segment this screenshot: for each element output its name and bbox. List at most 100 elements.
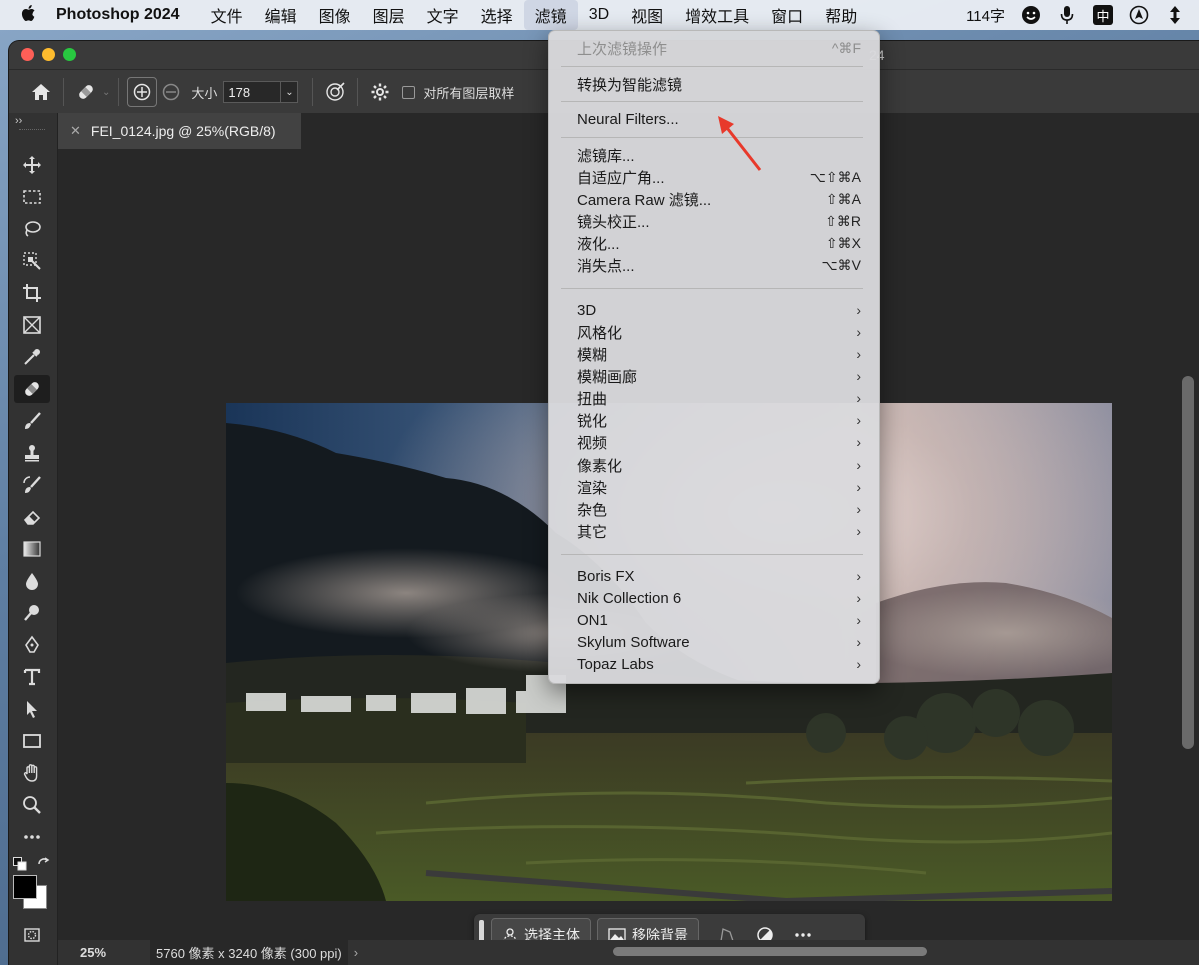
brush-size-input[interactable] [223,81,282,103]
history-brush-tool-icon[interactable] [14,471,50,499]
eyedropper-tool-icon[interactable] [14,343,50,371]
swap-colors-icon[interactable] [37,857,51,871]
annotation-arrow-icon [718,116,762,171]
chevron-right-icon: › [856,390,861,406]
lasso-tool-icon[interactable] [14,215,50,243]
menu-layer[interactable]: 图层 [362,0,416,30]
chevron-right-icon: › [856,501,861,517]
content-aware-mode-icon[interactable] [127,77,158,107]
submenu-video[interactable]: 视频 › [577,431,861,453]
submenu-stylize[interactable]: 风格化 › [577,321,861,343]
apple-menu-icon[interactable] [0,4,56,27]
chevron-right-icon[interactable]: › [354,945,358,960]
menu-help[interactable]: 帮助 [814,0,868,30]
menu-item-camera-raw[interactable]: Camera Raw 滤镜... ⇧⌘A [577,188,861,210]
move-tool-icon[interactable] [14,151,50,179]
menu-3d[interactable]: 3D [578,3,620,27]
quick-mask-icon[interactable] [14,921,50,949]
more-tools-icon[interactable] [14,823,50,851]
submenu-topaz-labs[interactable]: Topaz Labs › [577,653,861,675]
frame-tool-icon[interactable] [14,311,50,339]
blur-tool-icon[interactable] [14,567,50,595]
marquee-tool-icon[interactable] [14,183,50,211]
home-button[interactable] [27,78,55,106]
menu-plugins[interactable]: 增效工具 [674,0,760,30]
rectangle-tool-icon[interactable] [14,727,50,755]
settings-gear-icon[interactable] [366,78,394,106]
submenu-sharpen[interactable]: 锐化 › [577,409,861,431]
sample-all-layers-checkbox[interactable] [402,85,416,99]
healing-brush-tool-icon[interactable] [14,375,50,403]
object-selection-tool-icon[interactable] [14,247,50,275]
dodge-tool-icon[interactable] [14,599,50,627]
panel-grip[interactable] [19,129,45,132]
submenu-blur[interactable]: 模糊 › [577,343,861,365]
submenu-render[interactable]: 渲染 › [577,476,861,498]
gradient-tool-icon[interactable] [14,535,50,563]
menu-separator [561,288,863,289]
minimize-window-button[interactable] [42,48,55,61]
separator [63,78,64,106]
type-tool-icon[interactable] [14,663,50,691]
menu-item-label: 渲染 [577,479,608,497]
crop-tool-icon[interactable] [14,279,50,307]
healing-brush-preset-icon[interactable] [72,78,100,106]
submenu-3d[interactable]: 3D › [577,299,861,321]
close-tab-icon[interactable]: ✕ [70,123,81,139]
menu-item-vanishing-point[interactable]: 消失点... ⌥⌘V [577,254,861,276]
menu-item-label: 视频 [577,434,608,452]
chevron-down-icon[interactable]: ⌄ [102,87,110,98]
navigation-icon[interactable] [1129,5,1149,25]
menu-window[interactable]: 窗口 [760,0,814,30]
path-selection-tool-icon[interactable] [14,695,50,723]
document-tab[interactable]: ✕ FEI_0124.jpg @ 25%(RGB/8) [58,113,301,149]
menu-item-liquify[interactable]: 液化... ⇧⌘X [577,232,861,254]
zoom-level[interactable]: 25% [58,945,150,960]
menu-item-label: Topaz Labs [577,655,654,673]
collapse-panel-icon[interactable]: ›› [15,115,22,127]
menu-edit[interactable]: 编辑 [254,0,308,30]
submenu-pixelate[interactable]: 像素化 › [577,454,861,476]
smiley-icon[interactable] [1021,5,1041,25]
pen-tool-icon[interactable] [14,631,50,659]
submenu-other[interactable]: 其它 › [577,520,861,542]
word-count-status[interactable]: 114字 [966,5,1005,26]
size-dropdown-chevron-icon[interactable]: ⌄ [281,81,299,103]
close-window-button[interactable] [21,48,34,61]
menu-separator [561,66,863,67]
document-info[interactable]: 5760 像素 x 3240 像素 (300 ppi) [150,940,348,965]
menu-view[interactable]: 视图 [620,0,674,30]
menu-filter[interactable]: 滤镜 [523,0,578,30]
clone-stamp-tool-icon[interactable] [14,439,50,467]
menu-type[interactable]: 文字 [416,0,470,30]
submenu-boris-fx[interactable]: Boris FX › [577,565,861,587]
sample-all-layers-label[interactable]: 对所有图层取样 [423,83,514,102]
menu-item-label: Camera Raw 滤镜... [577,191,712,209]
pressure-size-icon[interactable] [321,78,349,106]
submenu-nik-collection[interactable]: Nik Collection 6 › [577,587,861,609]
submenu-blur-gallery[interactable]: 模糊画廊 › [577,365,861,387]
menu-file[interactable]: 文件 [200,0,254,30]
vertical-scrollbar[interactable] [1182,376,1194,749]
submenu-skylum[interactable]: Skylum Software › [577,631,861,653]
hand-tool-icon[interactable] [14,759,50,787]
eraser-tool-icon[interactable] [14,503,50,531]
zoom-window-button[interactable] [63,48,76,61]
menu-item-lens-correction[interactable]: 镜头校正... ⇧⌘R [577,210,861,232]
submenu-noise[interactable]: 杂色 › [577,498,861,520]
foreground-color-swatch[interactable] [13,875,37,899]
zoom-tool-icon[interactable] [14,791,50,819]
subtract-mode-icon[interactable] [157,78,185,106]
input-method-icon[interactable]: 中 [1093,5,1113,25]
microphone-icon[interactable] [1057,5,1077,25]
app-name-menu[interactable]: Photoshop 2024 [56,6,180,24]
menu-image[interactable]: 图像 [308,0,362,30]
brush-tool-icon[interactable] [14,407,50,435]
submenu-on1[interactable]: ON1 › [577,609,861,631]
menu-select[interactable]: 选择 [470,0,524,30]
submenu-distort[interactable]: 扭曲 › [577,387,861,409]
default-colors-icon[interactable] [13,857,27,871]
menu-item-convert-smart-filters[interactable]: 转换为智能滤镜 [577,73,861,95]
horizontal-scrollbar[interactable] [613,947,927,956]
resize-arrows-icon[interactable] [1165,5,1185,25]
